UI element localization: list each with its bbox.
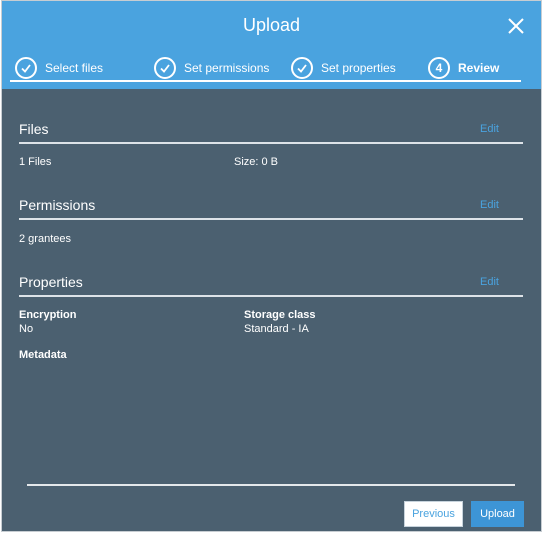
previous-button[interactable]: Previous (404, 501, 463, 527)
section-divider (19, 218, 523, 220)
step-label: Set permissions (184, 61, 270, 75)
permissions-section-title: Permissions (19, 197, 96, 213)
section-divider (19, 295, 523, 297)
step-select-files[interactable]: Select files (15, 56, 103, 80)
encryption-label: Encryption (19, 309, 77, 321)
step-label: Set properties (321, 61, 396, 75)
files-size: Size: 0 B (234, 156, 279, 168)
step-set-properties[interactable]: Set properties (291, 56, 396, 80)
properties-edit-link[interactable]: Edit (480, 276, 499, 288)
properties-section-title: Properties (19, 274, 83, 290)
storage-class-label: Storage class (244, 309, 316, 321)
step-number: 4 (428, 57, 450, 79)
permissions-edit-link[interactable]: Edit (480, 199, 499, 211)
step-review[interactable]: 4 Review (428, 56, 499, 80)
checkmark-icon (15, 57, 37, 79)
wizard-steps: Select files Set permissions Set propert… (10, 56, 521, 82)
permissions-grantees: 2 grantees (19, 233, 71, 245)
files-edit-link[interactable]: Edit (480, 123, 499, 135)
upload-dialog: Upload Select files Set permissions Set … (1, 0, 542, 532)
storage-class-value: Standard - IA (244, 323, 309, 335)
upload-button[interactable]: Upload (471, 501, 524, 527)
dialog-header: Upload Select files Set permissions Set … (2, 1, 541, 89)
step-set-permissions[interactable]: Set permissions (154, 56, 269, 80)
checkmark-icon (154, 57, 176, 79)
step-label: Select files (45, 61, 104, 75)
steps-divider (10, 80, 521, 82)
encryption-value: No (19, 323, 34, 335)
metadata-label: Metadata (19, 349, 67, 361)
files-count: 1 Files (19, 156, 52, 168)
footer-divider (27, 484, 515, 486)
close-icon[interactable] (507, 17, 525, 35)
dialog-title: Upload (242, 15, 301, 35)
checkmark-icon (291, 57, 313, 79)
step-label: Review (458, 61, 500, 75)
section-divider (19, 142, 523, 144)
files-section-title: Files (19, 121, 49, 137)
